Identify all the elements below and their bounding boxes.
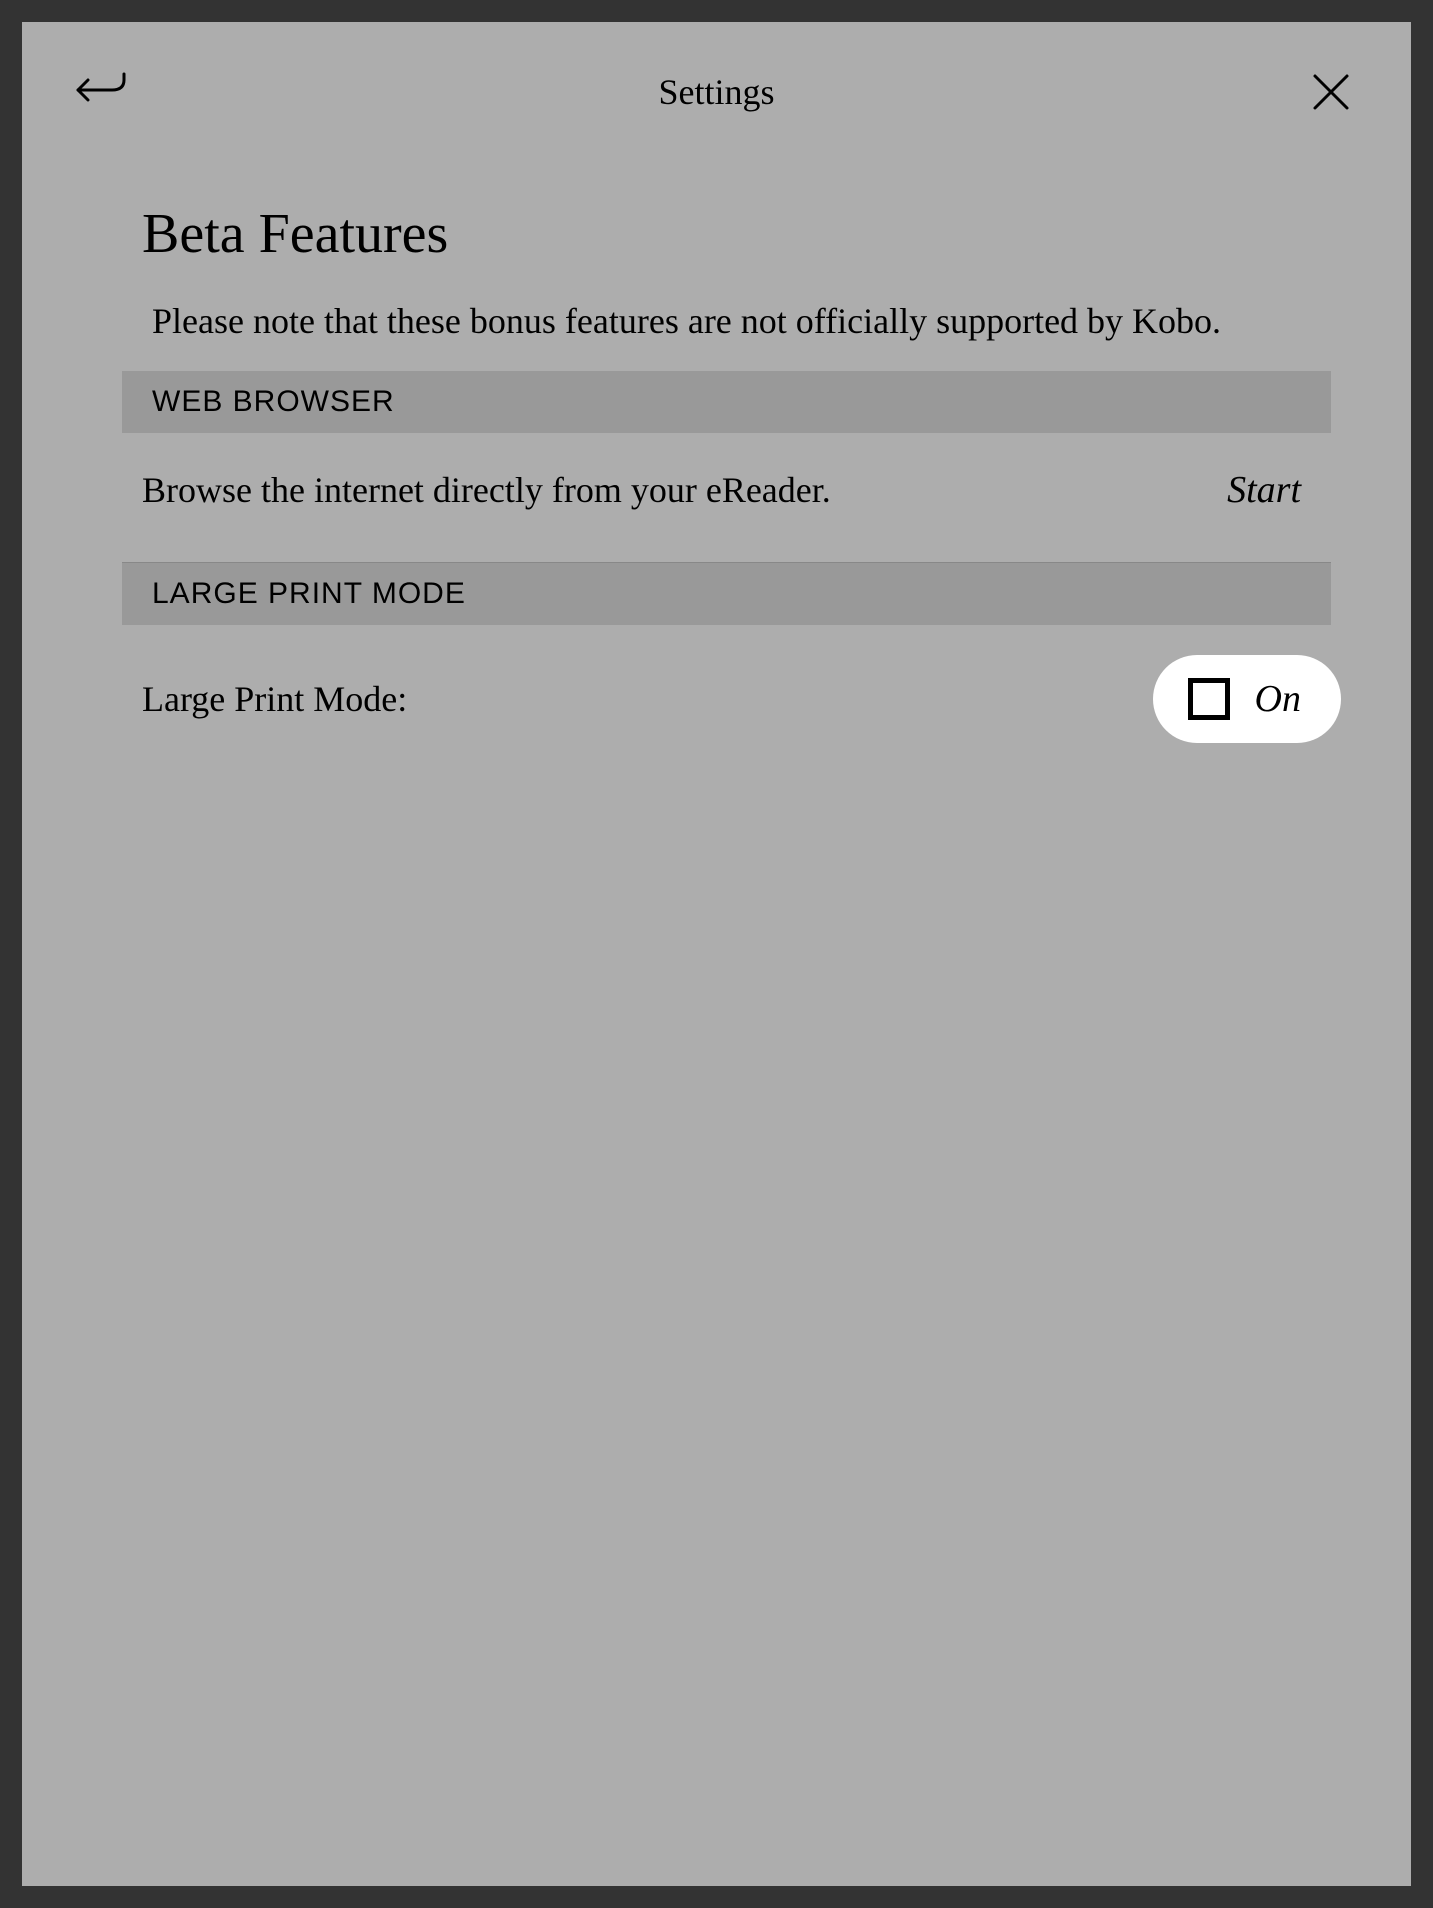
settings-screen: Settings Beta Features Please note that … (22, 22, 1411, 1886)
back-button[interactable] (72, 62, 132, 122)
web-browser-row: Browse the internet directly from your e… (122, 433, 1331, 563)
page-header-title: Settings (658, 71, 774, 113)
web-browser-description: Browse the internet directly from your e… (142, 469, 831, 511)
web-browser-section-header: WEB BROWSER (122, 371, 1331, 433)
page-title: Beta Features (22, 202, 1411, 296)
large-print-toggle[interactable]: On (1153, 655, 1341, 743)
header-bar: Settings (22, 22, 1411, 152)
large-print-section-header: LARGE PRINT MODE (122, 563, 1331, 625)
large-print-row: Large Print Mode: On (22, 625, 1411, 773)
close-button[interactable] (1301, 62, 1361, 122)
back-arrow-icon (76, 72, 128, 112)
page-description: Please note that these bonus features ar… (22, 296, 1411, 371)
large-print-label: Large Print Mode: (142, 678, 407, 720)
toggle-state-label: On (1255, 677, 1301, 721)
close-icon (1311, 72, 1351, 112)
checkbox-icon (1188, 678, 1230, 720)
start-button[interactable]: Start (1227, 468, 1311, 512)
content-area: Beta Features Please note that these bon… (22, 152, 1411, 773)
